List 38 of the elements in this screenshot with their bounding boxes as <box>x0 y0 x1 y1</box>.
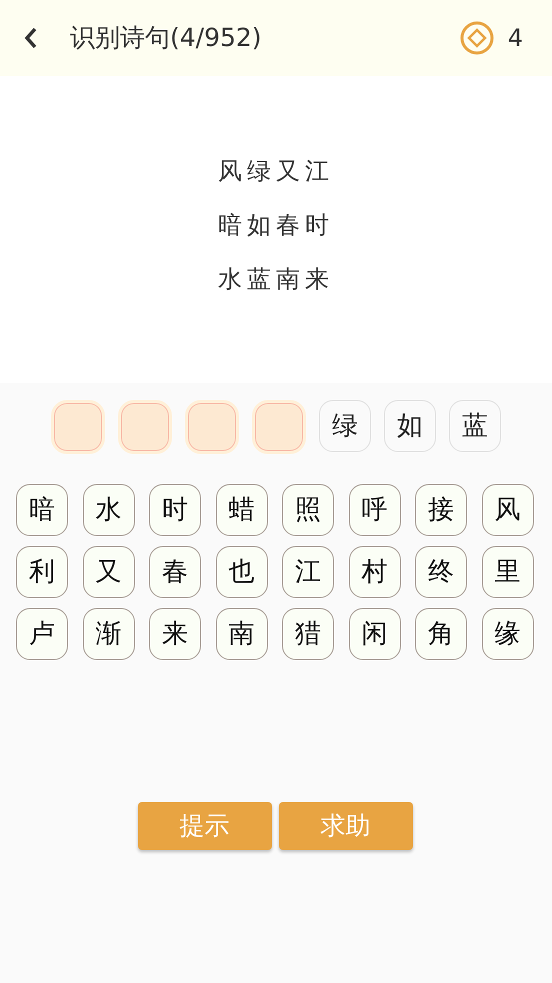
character-tile[interactable]: 呼 <box>348 484 400 536</box>
answer-slot[interactable]: 绿 <box>319 400 371 452</box>
character-tile[interactable]: 南 <box>216 608 268 660</box>
poem-line: 暗如春时 <box>218 210 334 241</box>
empty-answer-slot[interactable] <box>118 400 172 454</box>
character-tile[interactable]: 卢 <box>16 608 68 660</box>
character-tile[interactable]: 闲 <box>348 608 400 660</box>
coin-icon <box>460 21 494 55</box>
character-tile[interactable]: 江 <box>282 546 334 598</box>
character-tile[interactable]: 风 <box>482 484 534 536</box>
page-title: 识别诗句(4/952) <box>70 22 262 54</box>
character-tile[interactable]: 村 <box>348 546 400 598</box>
character-tile[interactable]: 春 <box>149 546 201 598</box>
empty-answer-slot[interactable] <box>185 400 239 454</box>
character-tile[interactable]: 接 <box>415 484 467 536</box>
answer-slot[interactable]: 蓝 <box>449 400 501 452</box>
character-tile[interactable]: 水 <box>82 484 134 536</box>
empty-answer-slot[interactable] <box>252 400 306 454</box>
character-tile[interactable]: 缘 <box>482 608 534 660</box>
character-tile[interactable]: 暗 <box>16 484 68 536</box>
character-tile[interactable]: 来 <box>149 608 201 660</box>
character-tile[interactable]: 照 <box>282 484 334 536</box>
character-tile[interactable]: 渐 <box>82 608 134 660</box>
character-tile[interactable]: 又 <box>82 546 134 598</box>
poem-line: 风绿又江 <box>218 156 334 187</box>
answer-slot[interactable]: 如 <box>384 400 436 452</box>
character-tile[interactable]: 终 <box>415 546 467 598</box>
poem-line: 水蓝南来 <box>218 264 334 295</box>
coin-count: 4 <box>508 23 523 54</box>
character-tile[interactable]: 时 <box>149 484 201 536</box>
empty-answer-slot[interactable] <box>51 400 105 454</box>
character-tile[interactable]: 里 <box>482 546 534 598</box>
character-tile[interactable]: 利 <box>16 546 68 598</box>
character-tile[interactable]: 猎 <box>282 608 334 660</box>
character-tile[interactable]: 蜡 <box>216 484 268 536</box>
back-icon[interactable] <box>24 26 38 50</box>
character-tile[interactable]: 角 <box>415 608 467 660</box>
character-tile[interactable]: 也 <box>216 546 268 598</box>
